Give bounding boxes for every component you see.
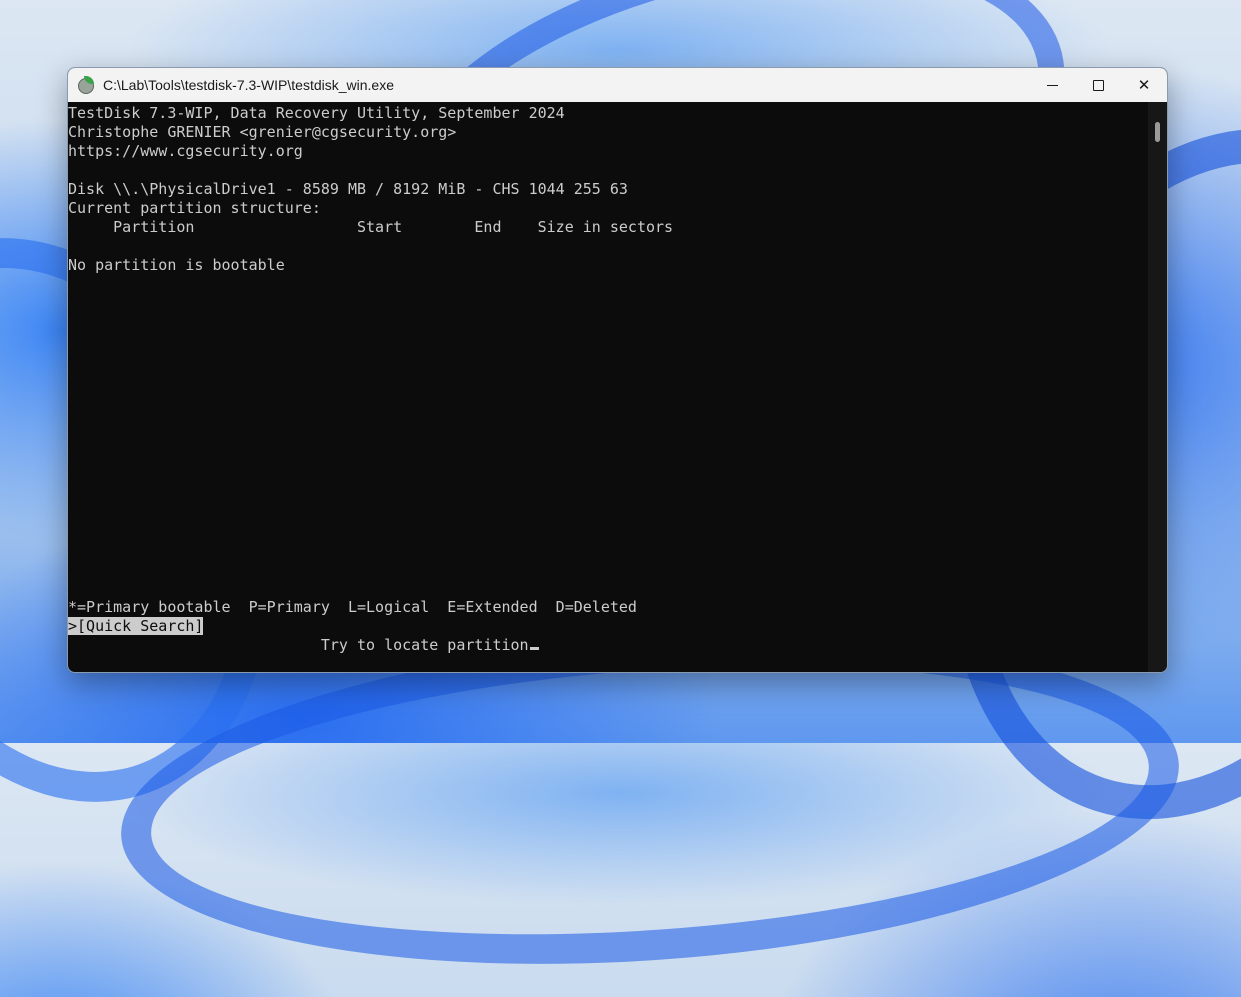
scrollbar-thumb[interactable] bbox=[1155, 122, 1160, 142]
header-title-line: TestDisk 7.3-WIP, Data Recovery Utility,… bbox=[68, 104, 565, 122]
minimize-button[interactable] bbox=[1029, 68, 1075, 102]
close-button[interactable]: ✕ bbox=[1121, 68, 1167, 102]
text-cursor bbox=[529, 647, 539, 650]
bootable-message: No partition is bootable bbox=[68, 256, 285, 274]
structure-label: Current partition structure: bbox=[68, 199, 321, 217]
menu-hint: Try to locate partition bbox=[68, 636, 529, 654]
menu-selector: > bbox=[68, 617, 78, 635]
disk-info-line: Disk \\.\PhysicalDrive1 - 8589 MB / 8192… bbox=[68, 180, 628, 198]
vertical-scrollbar[interactable] bbox=[1148, 102, 1167, 672]
console-output[interactable]: TestDisk 7.3-WIP, Data Recovery Utility,… bbox=[68, 102, 1148, 672]
title-bar[interactable]: C:\Lab\Tools\testdisk-7.3-WIP\testdisk_w… bbox=[68, 68, 1167, 102]
maximize-button[interactable] bbox=[1075, 68, 1121, 102]
hint-line: Try to locate partition bbox=[68, 636, 1148, 655]
quick-search-option[interactable]: [Quick Search] bbox=[77, 617, 204, 635]
close-icon: ✕ bbox=[1137, 76, 1151, 94]
console-window[interactable]: C:\Lab\Tools\testdisk-7.3-WIP\testdisk_w… bbox=[67, 67, 1168, 673]
window-title: C:\Lab\Tools\testdisk-7.3-WIP\testdisk_w… bbox=[103, 77, 395, 93]
partition-table-header: Partition Start End Size in sectors bbox=[68, 218, 674, 236]
minimize-icon bbox=[1046, 84, 1058, 86]
menu-line: >[Quick Search] bbox=[68, 617, 1148, 636]
header-author-line: Christophe GRENIER <grenier@cgsecurity.o… bbox=[68, 123, 457, 141]
maximize-icon bbox=[1092, 79, 1104, 91]
header-url-line: https://www.cgsecurity.org bbox=[68, 142, 303, 160]
testdisk-app-icon[interactable] bbox=[77, 76, 95, 94]
partition-type-legend: *=Primary bootable P=Primary L=Logical E… bbox=[68, 598, 637, 616]
